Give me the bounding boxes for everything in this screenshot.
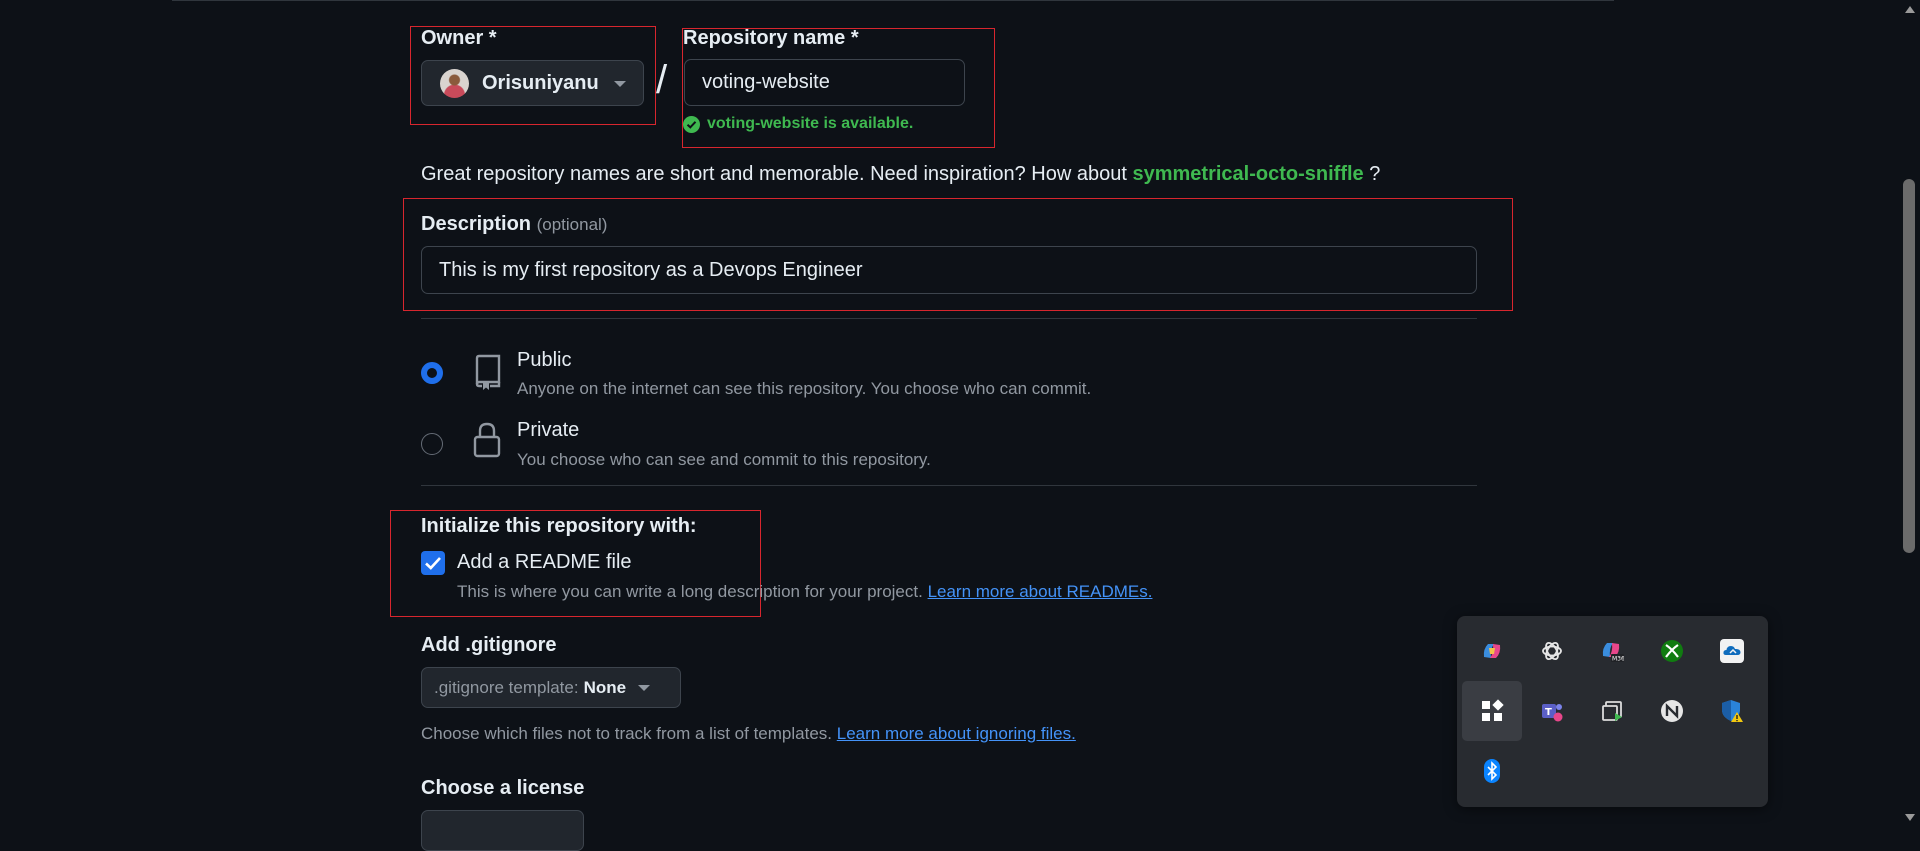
license-heading: Choose a license (421, 777, 585, 799)
tray-screen-capture[interactable] (1582, 681, 1642, 741)
gitignore-select-prefix: .gitignore template: (434, 677, 579, 697)
gitignore-desc: Choose which files not to track from a l… (421, 724, 1076, 744)
repo-availability: voting-website is available. (683, 115, 913, 133)
hint-text: Great repository names are short and mem… (421, 163, 1127, 185)
owner-name: Orisuniyanu (482, 72, 599, 94)
gitignore-select[interactable]: .gitignore template: None (421, 667, 681, 708)
system-tray-popup: M365 (1457, 616, 1768, 807)
copilot-m365-icon: M365 (1600, 639, 1629, 663)
private-desc: You choose who can see and commit to thi… (517, 450, 931, 469)
tray-onedrive[interactable] (1702, 621, 1762, 681)
gitignore-select-value: None (583, 677, 627, 697)
divider (421, 318, 1477, 319)
readme-learn-more-link[interactable]: Learn more about READMEs. (928, 582, 1153, 601)
description-label: Description (optional) (421, 213, 607, 236)
name-suggestion[interactable]: symmetrical-octo-sniffle (1132, 163, 1363, 185)
gitignore-learn-more-link[interactable]: Learn more about ignoring files. (837, 724, 1076, 743)
initialize-heading: Initialize this repository with: (421, 515, 697, 537)
bluetooth-icon (1480, 759, 1504, 783)
divider (421, 485, 1477, 486)
tray-network[interactable] (1642, 681, 1702, 741)
private-title: Private (517, 419, 580, 441)
svg-text:T: T (1545, 707, 1552, 718)
owner-label: Owner * (421, 27, 497, 49)
public-desc: Anyone on the internet can see this repo… (517, 379, 1092, 398)
svg-text:M365: M365 (1612, 656, 1624, 663)
tray-bluetooth[interactable] (1462, 741, 1522, 801)
onedrive-icon (1720, 639, 1744, 663)
private-radio[interactable] (421, 433, 443, 455)
teams-icon: T (1540, 699, 1564, 723)
availability-text: voting-website is available. (707, 115, 914, 132)
public-radio[interactable] (421, 362, 443, 384)
xbox-icon (1660, 639, 1684, 663)
gitignore-desc-text: Choose which files not to track from a l… (421, 724, 833, 743)
public-title: Public (517, 349, 572, 371)
screen-capture-icon (1600, 699, 1624, 723)
owner-select[interactable]: Orisuniyanu (421, 60, 644, 106)
repo-name-label: Repository name * (683, 27, 859, 49)
tray-copilot[interactable] (1462, 621, 1522, 681)
top-divider (172, 0, 1614, 1)
tray-openai[interactable] (1522, 621, 1582, 681)
repo-name-input[interactable]: voting-website (684, 59, 965, 106)
tray-defender[interactable] (1702, 681, 1762, 741)
lock-icon (473, 422, 501, 463)
check-circle-icon (683, 115, 700, 133)
repo-name-hint: Great repository names are short and mem… (421, 163, 1380, 186)
license-select[interactable] (421, 810, 584, 851)
chevron-down-icon (614, 81, 626, 87)
openai-icon (1540, 639, 1564, 663)
scroll-down-arrow-icon[interactable] (1905, 814, 1915, 821)
scroll-up-arrow-icon[interactable] (1905, 6, 1915, 13)
network-icon (1660, 699, 1684, 723)
tray-app[interactable] (1462, 681, 1522, 741)
description-label-text: Description (421, 213, 532, 235)
description-input[interactable]: This is my first repository as a Devops … (421, 246, 1477, 294)
readme-label[interactable]: Add a README file (457, 551, 632, 574)
vertical-scrollbar[interactable] (1898, 0, 1920, 827)
app-icon (1480, 699, 1504, 723)
chevron-down-icon (638, 684, 651, 691)
owner-repo-separator: / (656, 58, 668, 102)
readme-desc-text: This is where you can write a long descr… (457, 582, 923, 601)
hint-suffix: ? (1369, 163, 1381, 185)
tray-teams[interactable]: T (1522, 681, 1582, 741)
gitignore-heading: Add .gitignore (421, 634, 557, 656)
scroll-thumb[interactable] (1903, 179, 1915, 553)
copilot-icon (1480, 639, 1504, 663)
readme-checkbox[interactable] (421, 551, 445, 575)
tray-xbox[interactable] (1642, 621, 1702, 681)
repo-icon (472, 354, 502, 395)
optional-tag: (optional) (536, 215, 608, 234)
defender-warning-icon (1720, 699, 1744, 723)
readme-desc: This is where you can write a long descr… (457, 582, 1152, 602)
owner-avatar (440, 69, 469, 98)
tray-copilot-m365[interactable]: M365 (1582, 621, 1642, 681)
